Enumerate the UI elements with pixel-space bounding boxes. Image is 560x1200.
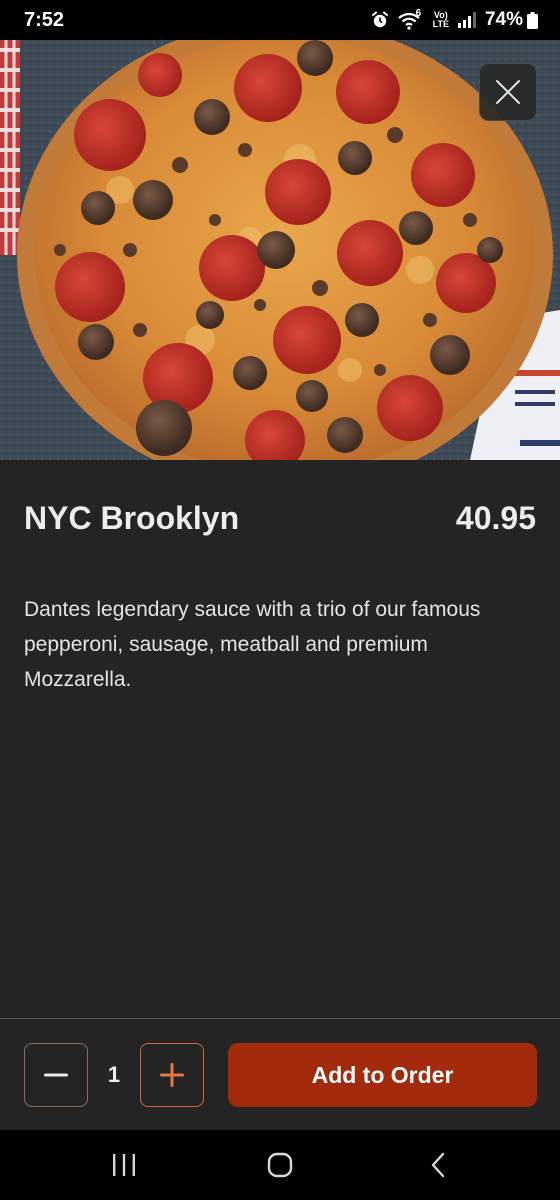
pizza-image — [0, 40, 560, 460]
recent-apps-button[interactable] — [94, 1148, 154, 1182]
battery: 74% — [485, 9, 538, 31]
signal-icon — [457, 12, 476, 28]
battery-percent: 74% — [484, 9, 523, 30]
minus-icon — [44, 1073, 68, 1077]
close-button[interactable] — [479, 63, 537, 121]
wifi-icon: 6 — [397, 8, 424, 30]
quantity-value: 1 — [107, 1062, 121, 1087]
volte-icon: Vo) LTE — [433, 11, 449, 29]
item-price: 40.95 — [455, 500, 536, 536]
decrease-quantity-button[interactable] — [24, 1043, 88, 1107]
add-to-order-button[interactable]: Add to Order — [228, 1043, 537, 1107]
add-to-order-label: Add to Order — [311, 1061, 454, 1088]
close-icon — [496, 80, 520, 104]
home-button[interactable] — [250, 1148, 310, 1182]
increase-quantity-button[interactable] — [140, 1043, 204, 1107]
home-icon — [267, 1152, 293, 1178]
item-description: Dantes legendary sauce with a trio of ou… — [24, 598, 481, 691]
status-bar: 7:52 6 Vo) LTE 74% — [0, 0, 560, 40]
navigation-bar — [0, 1130, 560, 1200]
volte-bottom: LTE — [432, 19, 449, 29]
plus-icon — [160, 1063, 184, 1087]
battery-icon — [527, 11, 538, 29]
item-image — [0, 40, 560, 460]
wifi-badge: 6 — [415, 8, 422, 19]
back-button[interactable] — [408, 1148, 468, 1182]
alarm-icon — [371, 11, 388, 28]
divider — [0, 1018, 560, 1019]
recent-apps-icon — [113, 1154, 135, 1176]
status-icons: 6 Vo) LTE 74% — [371, 8, 538, 31]
back-icon — [431, 1152, 445, 1178]
item-name: NYC Brooklyn — [24, 500, 240, 536]
status-time: 7:52 — [24, 9, 65, 31]
